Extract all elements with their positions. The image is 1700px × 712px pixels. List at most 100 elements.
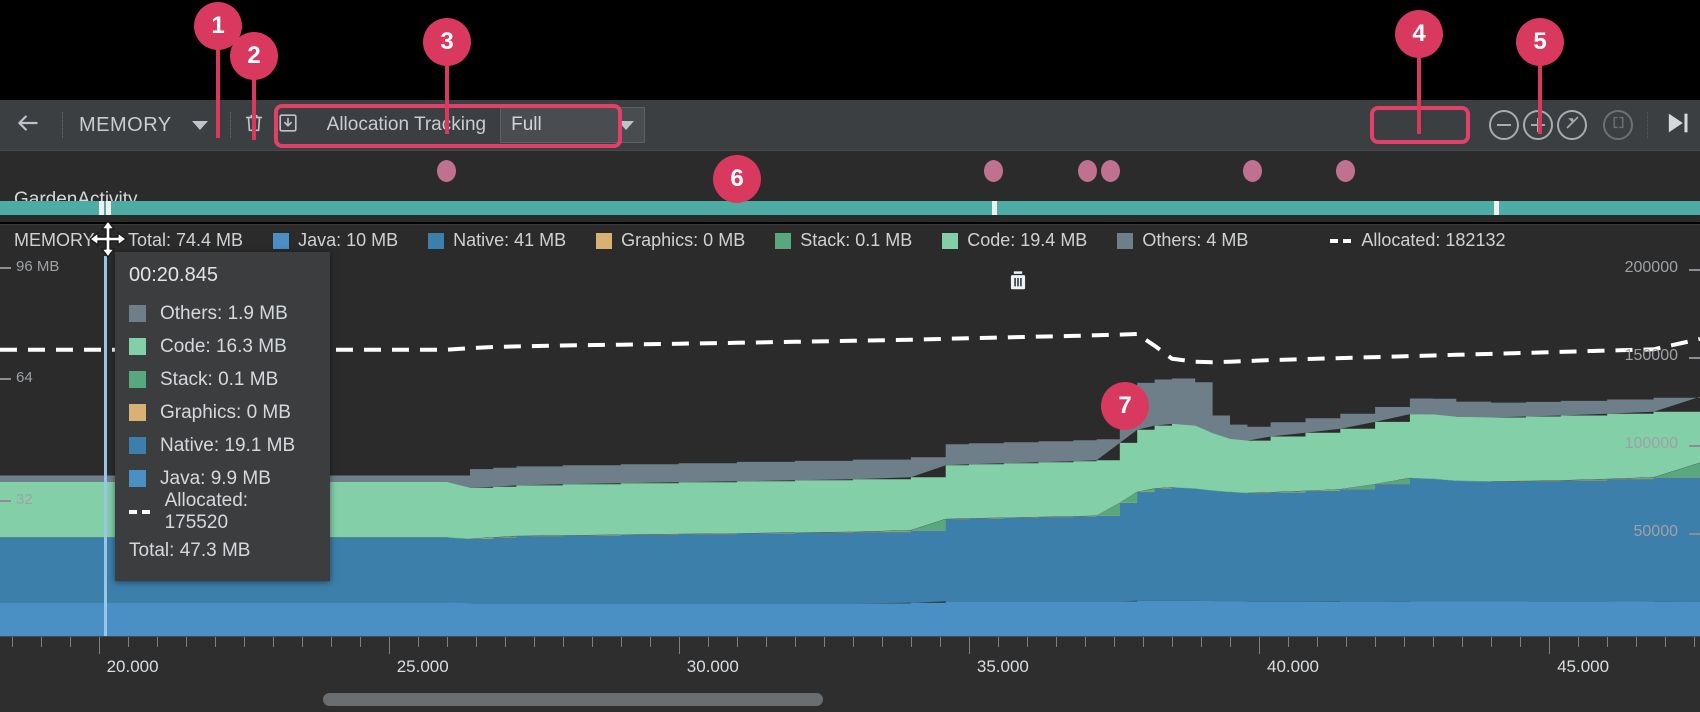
x-axis-minor-tick [620,637,622,647]
x-axis-minor-tick [185,637,187,647]
callout-4: 4 [1395,10,1443,134]
zoom-out-button[interactable] [1489,110,1519,140]
timeline-scrollbar[interactable] [323,693,823,706]
tooltip-swatch-native [129,437,146,454]
x-axis-minor-tick [214,637,216,647]
toolbar-divider-1 [62,112,63,138]
jump-to-live-button[interactable] [1654,109,1700,142]
x-axis-minor-tick [1462,637,1464,647]
tooltip-label-total: Total: 47.3 MB [129,539,251,561]
legend-swatch-others [1117,232,1134,249]
memory-tooltip: 00:20.845 Others: 1.9 MB Code: 16.3 MB S… [115,252,330,581]
chevron-down-icon[interactable] [191,120,208,130]
activity-lifecycle-bar[interactable] [0,201,1700,215]
event-marker[interactable] [984,160,1003,182]
x-axis-minor-tick [1172,637,1173,647]
x-axis-minor-tick [1636,637,1638,647]
x-axis-minor-tick [562,637,564,647]
allocation-tracking-select[interactable]: Full [500,107,646,143]
event-marker[interactable] [437,160,456,182]
x-axis-major-tick [1259,637,1260,654]
x-axis-minor-tick [591,637,593,647]
legend-item-java[interactable]: Java: 10 MB [273,230,398,251]
move-cursor [86,218,130,262]
legend-total-label: Total: 74.4 MB [128,230,244,250]
legend-label-native: Native: 41 MB [453,230,567,250]
x-axis-minor-tick [1056,637,1057,647]
export-heap-dump-icon [277,112,299,139]
callout-5-label: 5 [1516,18,1564,66]
legend-label-code: Code: 19.4 MB [967,230,1088,250]
zoom-out-icon [1497,124,1511,126]
x-axis-minor-tick [998,637,999,647]
tooltip-label-allocated: Allocated: 175520 [164,489,249,533]
tooltip-swatch-allocated [129,509,151,514]
legend-item-allocated[interactable]: Allocated: 182132 [1330,230,1505,251]
event-marker[interactable] [1336,160,1355,182]
time-axis[interactable]: 20.000 25.000 30.000 35.000 40.000 45.000 [0,636,1700,712]
x-axis-major-tick [388,637,390,654]
x-axis-minor-tick [1230,637,1231,647]
activity-state-tick [1494,201,1499,215]
zoom-to-selection-icon [1610,114,1627,136]
x-axis-minor-tick [504,637,506,647]
x-axis-minor-tick [823,637,825,647]
x-axis-minor-tick [1578,637,1580,647]
x-axis-minor-tick [127,637,129,647]
x-axis-minor-tick [1143,637,1144,647]
activity-state-tick [106,201,111,215]
legend-swatch-graphics [596,232,613,249]
x-axis-minor-tick [156,637,158,647]
x-axis-minor-tick [243,637,245,647]
x-axis-minor-tick [1694,637,1696,647]
legend-item-code[interactable]: Code: 19.4 MB [942,230,1087,251]
x-axis-major-tick [678,637,680,654]
tooltip-label-java: Java: 9.9 MB [160,467,271,489]
tooltip-swatch-graphics [129,404,146,421]
callout-6-label: 6 [713,155,761,203]
callout-7-label: 7 [1101,382,1149,430]
tooltip-swatch-stack [129,371,146,388]
tooltip-label-stack: Stack: 0.1 MB [160,368,279,390]
legend-item-graphics[interactable]: Graphics: 0 MB [596,230,745,251]
allocation-tracking-label: Allocation Tracking [326,114,487,135]
x-axis-minor-tick [1027,637,1028,647]
tooltip-swatch-code [129,338,146,355]
event-marker[interactable] [1243,160,1262,182]
back-button[interactable] [0,110,56,141]
tooltip-row-native: Native: 19.1 MB [129,429,314,462]
x-axis-minor-tick [707,637,709,647]
x-axis-minor-tick [475,637,477,647]
toolbar-title: MEMORY [79,113,172,136]
x-axis-minor-tick [910,637,912,647]
legend-item-others[interactable]: Others: 4 MB [1117,230,1248,251]
heap-dump-button[interactable] [271,108,305,142]
zoom-to-selection-button[interactable] [1603,110,1633,140]
legend-item-stack[interactable]: Stack: 0.1 MB [775,230,912,251]
event-marker[interactable] [1101,160,1120,182]
x-axis-major-tick [98,637,100,654]
garbage-collection-marker[interactable] [1008,270,1028,296]
time-cursor-line[interactable] [104,256,107,636]
event-marker[interactable] [1078,160,1097,182]
x-axis-minor-tick [446,637,448,647]
reset-zoom-button[interactable] [1557,110,1587,140]
x-axis-label: 35.000 [976,657,1029,676]
x-axis-minor-tick [649,637,651,647]
x-axis-label: 45.000 [1557,657,1610,676]
x-axis-label: 40.000 [1267,657,1319,676]
tooltip-row-others: Others: 1.9 MB [129,297,314,330]
x-axis-minor-tick [1114,637,1115,647]
legend-item-native[interactable]: Native: 41 MB [428,230,566,251]
callout-4-label: 4 [1395,10,1443,58]
x-axis-minor-tick [1520,637,1522,647]
legend-swatch-code [942,232,959,249]
toolbar-divider-2 [229,112,231,138]
x-axis-major-tick [1549,637,1551,654]
legend-swatch-stack [775,232,792,249]
tooltip-label-graphics: Graphics: 0 MB [160,401,291,423]
x-axis-minor-tick [272,637,274,647]
x-axis-label: 30.000 [686,657,739,676]
callout-6: 6 [713,155,761,203]
legend-swatch-java [273,232,290,249]
